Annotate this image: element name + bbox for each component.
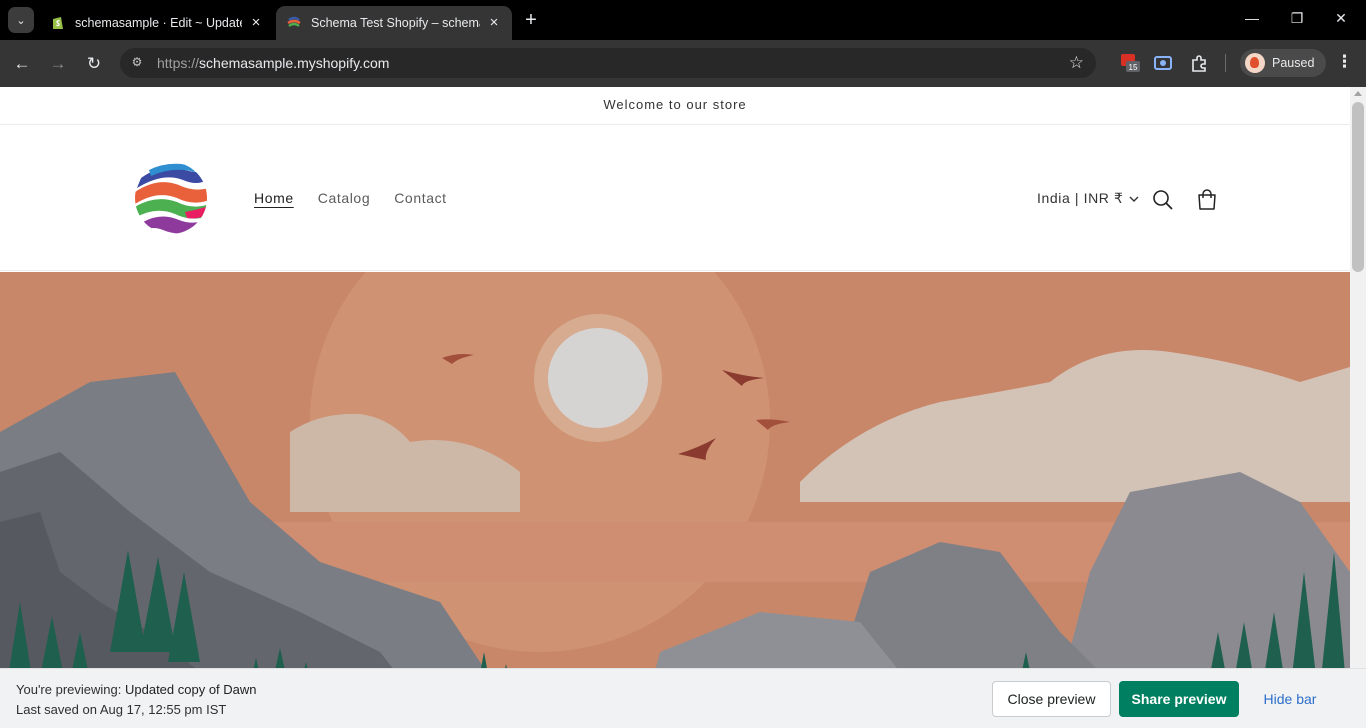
bookmark-star-icon[interactable]: ☆	[1069, 53, 1084, 73]
reload-icon[interactable]: ↻	[82, 52, 106, 76]
country-currency-selector[interactable]: India | INR ₹	[1037, 190, 1139, 207]
address-bar[interactable]: ⚙ https://schemasample.myshopify.com ☆	[120, 48, 1096, 78]
url-text[interactable]: https://schemasample.myshopify.com	[157, 55, 389, 71]
tab-bar: ⌄ schemasample · Edit ~ Updated copy of …	[0, 0, 1366, 40]
restore-window-icon[interactable]: ❐	[1287, 10, 1307, 27]
scrollbar-thumb[interactable]	[1352, 102, 1364, 272]
toolbar-divider	[1225, 54, 1226, 72]
profile-status: Paused	[1272, 56, 1315, 70]
tab-schema-test-shopify[interactable]: Schema Test Shopify – schemasample ×	[276, 6, 512, 40]
cart-icon[interactable]	[1196, 189, 1218, 211]
profile-button[interactable]: Paused	[1240, 49, 1326, 77]
store-header: Home Catalog Contact India | INR ₹	[0, 125, 1350, 271]
nav-catalog[interactable]: Catalog	[318, 190, 370, 206]
close-tab-icon[interactable]: ×	[486, 15, 502, 31]
extension-badge: 15	[1129, 63, 1138, 72]
minimize-window-icon[interactable]: —	[1242, 10, 1262, 26]
new-tab-plus-icon[interactable]: +	[520, 9, 542, 31]
preview-theme-info: You're previewing: Updated copy of Dawn	[16, 682, 257, 697]
theme-preview-bar: You're previewing: Updated copy of Dawn …	[0, 668, 1366, 728]
sun	[548, 328, 648, 428]
browser-menu-icon[interactable]: ⋮	[1336, 52, 1353, 72]
shopify-favicon-icon	[53, 17, 63, 29]
extensions-puzzle-icon[interactable]	[1189, 53, 1209, 73]
page-scrollbar[interactable]	[1350, 87, 1366, 728]
avatar	[1245, 53, 1265, 73]
share-preview-button[interactable]: Share preview	[1119, 681, 1239, 717]
close-preview-button[interactable]: Close preview	[992, 681, 1111, 717]
extension-calendar-icon[interactable]: 15	[1120, 53, 1140, 73]
search-icon[interactable]	[1152, 189, 1174, 211]
chevron-down-icon	[1129, 196, 1139, 202]
theme-name: Updated copy of Dawn	[124, 682, 257, 697]
close-tab-icon[interactable]: ×	[248, 15, 264, 31]
nav-home[interactable]: Home	[254, 190, 294, 206]
main-nav: Home Catalog Contact	[254, 190, 447, 206]
store-logo[interactable]	[133, 160, 209, 236]
tab-shopify-editor[interactable]: schemasample · Edit ~ Updated copy of Da…	[40, 6, 274, 40]
browser-toolbar: ← → ↻ ⚙ https://schemasample.myshopify.c…	[0, 40, 1366, 87]
tab-search-chevron-icon[interactable]: ⌄	[8, 7, 34, 33]
tab-title: Schema Test Shopify – schemasample	[311, 16, 480, 30]
hide-bar-link[interactable]: Hide bar	[1250, 681, 1330, 717]
close-window-icon[interactable]: ✕	[1331, 10, 1351, 27]
forward-arrow-icon[interactable]: →	[46, 52, 70, 76]
store-logo-favicon-icon	[287, 16, 301, 27]
last-saved-text: Last saved on Aug 17, 12:55 pm IST	[16, 702, 227, 717]
back-arrow-icon[interactable]: ←	[10, 52, 34, 76]
nav-contact[interactable]: Contact	[394, 190, 446, 206]
site-info-tune-icon[interactable]: ⚙	[129, 55, 145, 71]
country-selector-label: India | INR ₹	[1037, 190, 1124, 206]
page-viewport: Welcome to our store Home Catalog Contac…	[0, 87, 1350, 728]
scroll-up-arrow-icon[interactable]	[1354, 91, 1362, 96]
screen-capture-extension-icon[interactable]	[1153, 53, 1173, 73]
hero-banner-image	[0, 272, 1350, 728]
previewing-label: You're previewing:	[16, 682, 122, 697]
tab-title: schemasample · Edit ~ Updated copy of Da…	[75, 16, 242, 30]
announcement-bar: Welcome to our store	[0, 87, 1350, 125]
